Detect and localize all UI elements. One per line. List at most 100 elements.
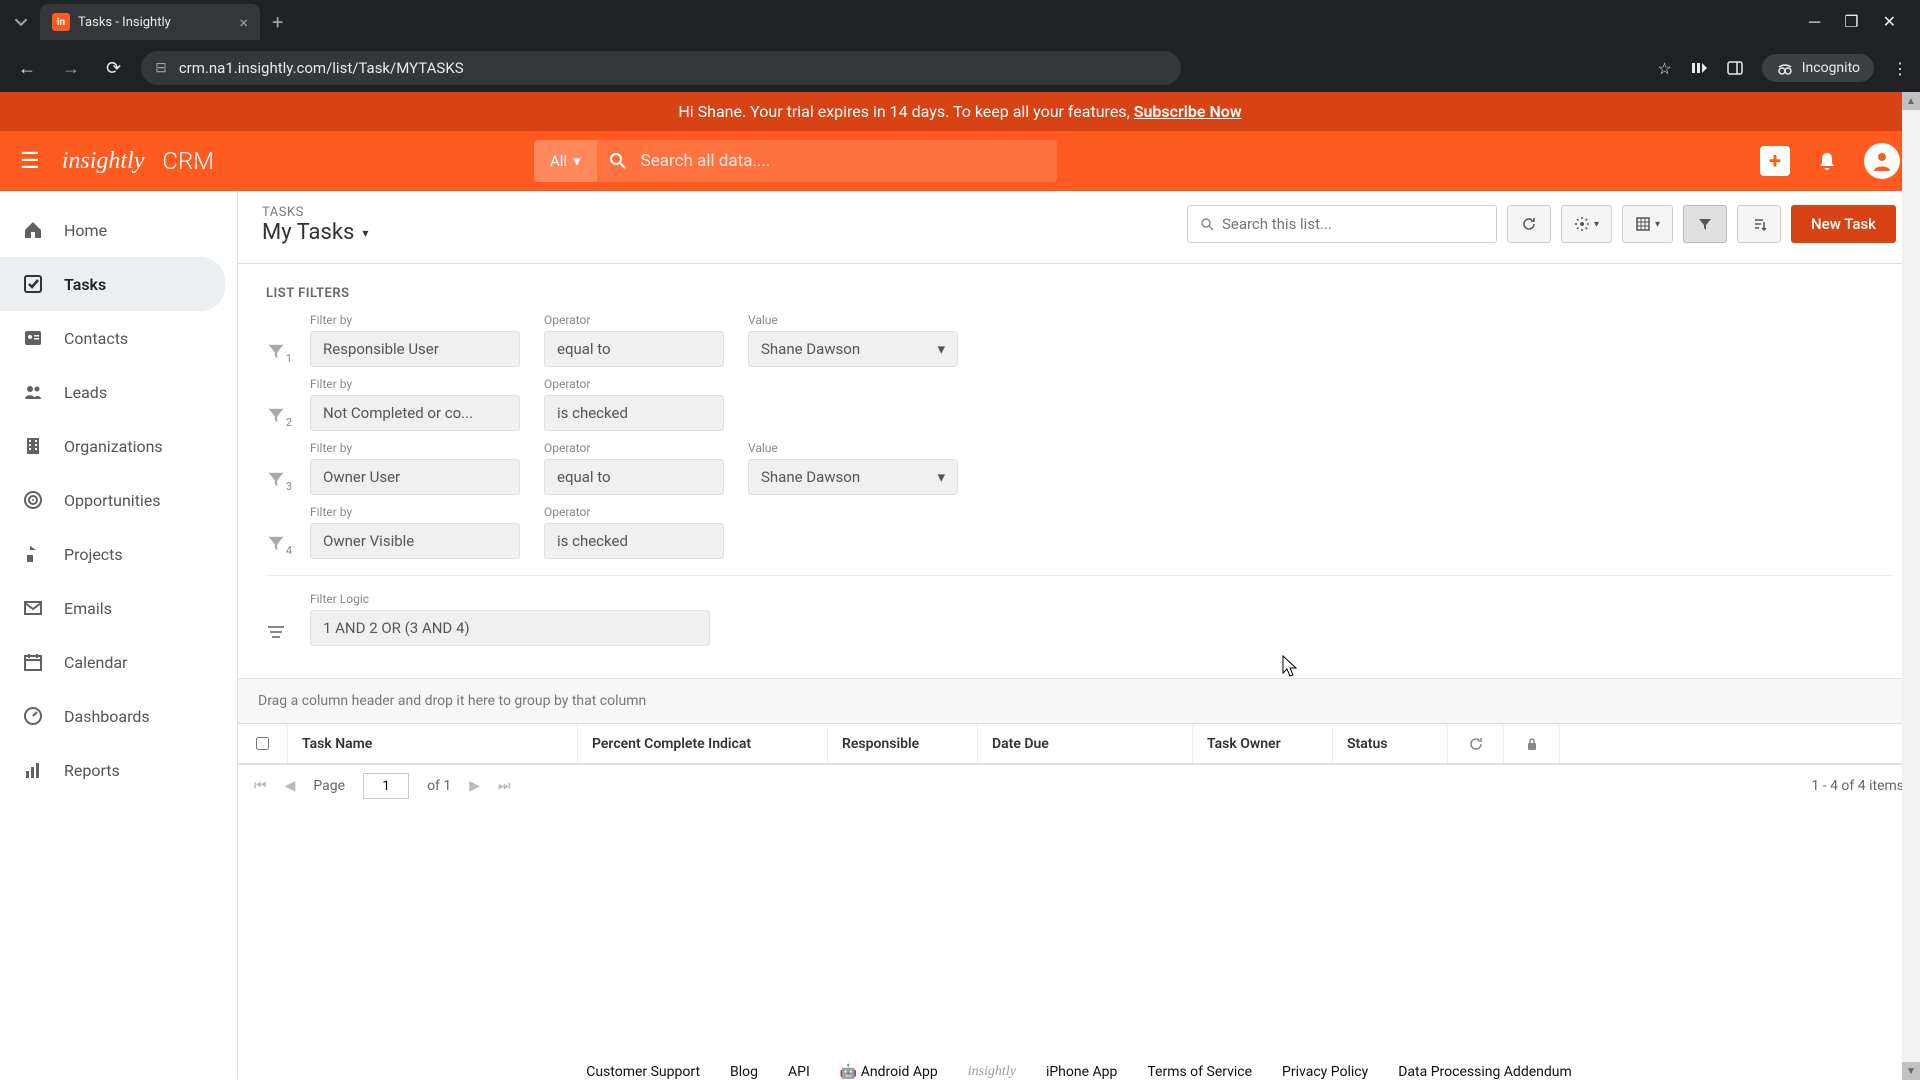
column-percent-complete[interactable]: Percent Complete Indicat (578, 724, 828, 763)
footer-dpa-link[interactable]: Data Processing Addendum (1398, 1064, 1572, 1079)
back-icon[interactable]: ← (12, 52, 42, 85)
hamburger-icon[interactable]: ☰ (20, 149, 40, 174)
new-task-button[interactable]: New Task (1791, 205, 1896, 243)
refresh-button[interactable] (1507, 205, 1551, 243)
footer-privacy-link[interactable]: Privacy Policy (1282, 1064, 1368, 1079)
column-date-due[interactable]: Date Due (978, 724, 1193, 763)
operator-select[interactable]: is checked (544, 523, 724, 559)
filter-logic-label: Filter Logic (310, 592, 710, 606)
filter-by-select[interactable]: Not Completed or co... (310, 395, 520, 431)
incognito-indicator[interactable]: Incognito (1762, 54, 1874, 82)
media-icon[interactable] (1690, 59, 1708, 77)
operator-select[interactable]: equal to (544, 331, 724, 367)
column-responsible[interactable]: Responsible (828, 724, 978, 763)
filter-by-select[interactable]: Owner User (310, 459, 520, 495)
footer-support-link[interactable]: Customer Support (586, 1064, 700, 1079)
column-status[interactable]: Status (1333, 724, 1448, 763)
list-search[interactable] (1187, 205, 1497, 243)
url-field[interactable]: ⊟ crm.na1.insightly.com/list/Task/MYTASK… (141, 51, 1181, 85)
column-refresh-icon[interactable] (1448, 724, 1504, 763)
close-tab-icon[interactable]: × (239, 13, 248, 32)
sidebar-item-dashboards[interactable]: Dashboards (0, 689, 237, 743)
sidebar-item-tasks[interactable]: Tasks (0, 257, 225, 311)
panel-icon[interactable] (1726, 59, 1744, 77)
footer-iphone-link[interactable]: iPhone App (1046, 1064, 1117, 1079)
sidebar-item-opportunities[interactable]: Opportunities (0, 473, 237, 527)
site-info-icon[interactable]: ⊟ (155, 60, 167, 76)
page-input[interactable] (363, 773, 409, 799)
sidebar-item-reports[interactable]: Reports (0, 743, 237, 797)
page-title[interactable]: My Tasks ▾ (262, 220, 368, 245)
global-search-input[interactable] (627, 140, 1057, 182)
footer-android-link[interactable]: 🤖 Android App (840, 1064, 938, 1079)
organizations-icon (20, 433, 46, 459)
sidebar-item-home[interactable]: Home (0, 203, 237, 257)
operator-label: Operator (544, 505, 724, 519)
column-task-owner[interactable]: Task Owner (1193, 724, 1333, 763)
divider (266, 575, 1892, 576)
tab-bar: in Tasks - Insightly × + ─ ❐ ✕ (0, 0, 1920, 44)
incognito-label: Incognito (1802, 60, 1860, 76)
footer-api-link[interactable]: API (788, 1064, 810, 1079)
view-dropdown-button[interactable]: ▾ (1622, 205, 1673, 243)
operator-select[interactable]: equal to (544, 459, 724, 495)
list-search-input[interactable] (1222, 215, 1484, 233)
filter-logic-input[interactable]: 1 AND 2 OR (3 AND 4) (310, 610, 710, 646)
sidebar-item-leads[interactable]: Leads (0, 365, 237, 419)
subscribe-link[interactable]: Subscribe Now (1134, 102, 1242, 121)
filter-number: 2 (286, 416, 292, 429)
new-tab-button[interactable]: + (272, 10, 283, 34)
brand-logo[interactable]: insightly (62, 148, 145, 175)
column-task-name[interactable]: Task Name (288, 724, 578, 763)
items-count: 1 - 4 of 4 items (1811, 778, 1904, 794)
filter-by-select[interactable]: Owner Visible (310, 523, 520, 559)
sidebar-item-organizations[interactable]: Organizations (0, 419, 237, 473)
value-select[interactable]: Shane Dawson▾ (748, 459, 958, 495)
next-page-icon[interactable]: ▶ (469, 778, 480, 794)
value-select[interactable]: Shane Dawson▾ (748, 331, 958, 367)
browser-menu-icon[interactable]: ⋮ (1892, 59, 1908, 78)
filter-button[interactable] (1683, 205, 1727, 243)
global-search-group: All ▾ (534, 140, 1057, 182)
vertical-scrollbar[interactable]: ▲ ▼ (1902, 92, 1920, 1080)
sidebar-item-calendar[interactable]: Calendar (0, 635, 237, 689)
scroll-up-icon[interactable]: ▲ (1902, 92, 1920, 110)
scroll-down-icon[interactable]: ▼ (1902, 1062, 1920, 1080)
sidebar-item-emails[interactable]: Emails (0, 581, 237, 635)
user-avatar[interactable] (1864, 143, 1900, 179)
forward-icon[interactable]: → (56, 52, 86, 85)
sidebar-label: Home (64, 221, 107, 240)
browser-chrome: in Tasks - Insightly × + ─ ❐ ✕ ← → ⟳ ⊟ c… (0, 0, 1920, 92)
prev-page-icon[interactable]: ◀ (285, 778, 296, 794)
reload-icon[interactable]: ⟳ (100, 52, 127, 85)
close-window-icon[interactable]: ✕ (1883, 12, 1896, 32)
filter-by-select[interactable]: Responsible User (310, 331, 520, 367)
operator-select[interactable]: is checked (544, 395, 724, 431)
bookmark-icon[interactable]: ☆ (1657, 59, 1671, 78)
footer-blog-link[interactable]: Blog (730, 1064, 758, 1079)
chevron-down-icon: ▾ (1655, 219, 1660, 230)
minimize-icon[interactable]: ─ (1809, 12, 1820, 32)
column-lock-icon[interactable] (1504, 724, 1560, 763)
sidebar-item-projects[interactable]: Projects (0, 527, 237, 581)
leads-icon (20, 379, 46, 405)
select-all-checkbox[interactable] (238, 724, 288, 763)
sort-button[interactable] (1737, 205, 1781, 243)
sidebar-label: Reports (64, 761, 120, 780)
projects-icon (20, 541, 46, 567)
maximize-icon[interactable]: ❐ (1844, 12, 1858, 32)
notifications-icon[interactable] (1816, 150, 1838, 172)
filter-row-3: 3 Filter byOwner User Operatorequal to V… (266, 441, 1892, 495)
tab-list-dropdown-icon[interactable] (8, 9, 34, 35)
browser-tab[interactable]: in Tasks - Insightly × (40, 4, 260, 40)
quick-add-button[interactable]: + (1760, 146, 1790, 176)
search-scope-dropdown[interactable]: All ▾ (534, 140, 597, 182)
settings-dropdown-button[interactable]: ▾ (1561, 205, 1612, 243)
footer-terms-link[interactable]: Terms of Service (1147, 1064, 1252, 1079)
last-page-icon[interactable]: ⏭ (498, 778, 511, 794)
group-by-hint[interactable]: Drag a column header and drop it here to… (238, 679, 1920, 724)
sidebar-label: Projects (64, 545, 123, 564)
sidebar-item-contacts[interactable]: Contacts (0, 311, 237, 365)
filter-logic-row: Filter Logic 1 AND 2 OR (3 AND 4) (266, 592, 1892, 646)
first-page-icon[interactable]: ⏮ (254, 778, 267, 794)
